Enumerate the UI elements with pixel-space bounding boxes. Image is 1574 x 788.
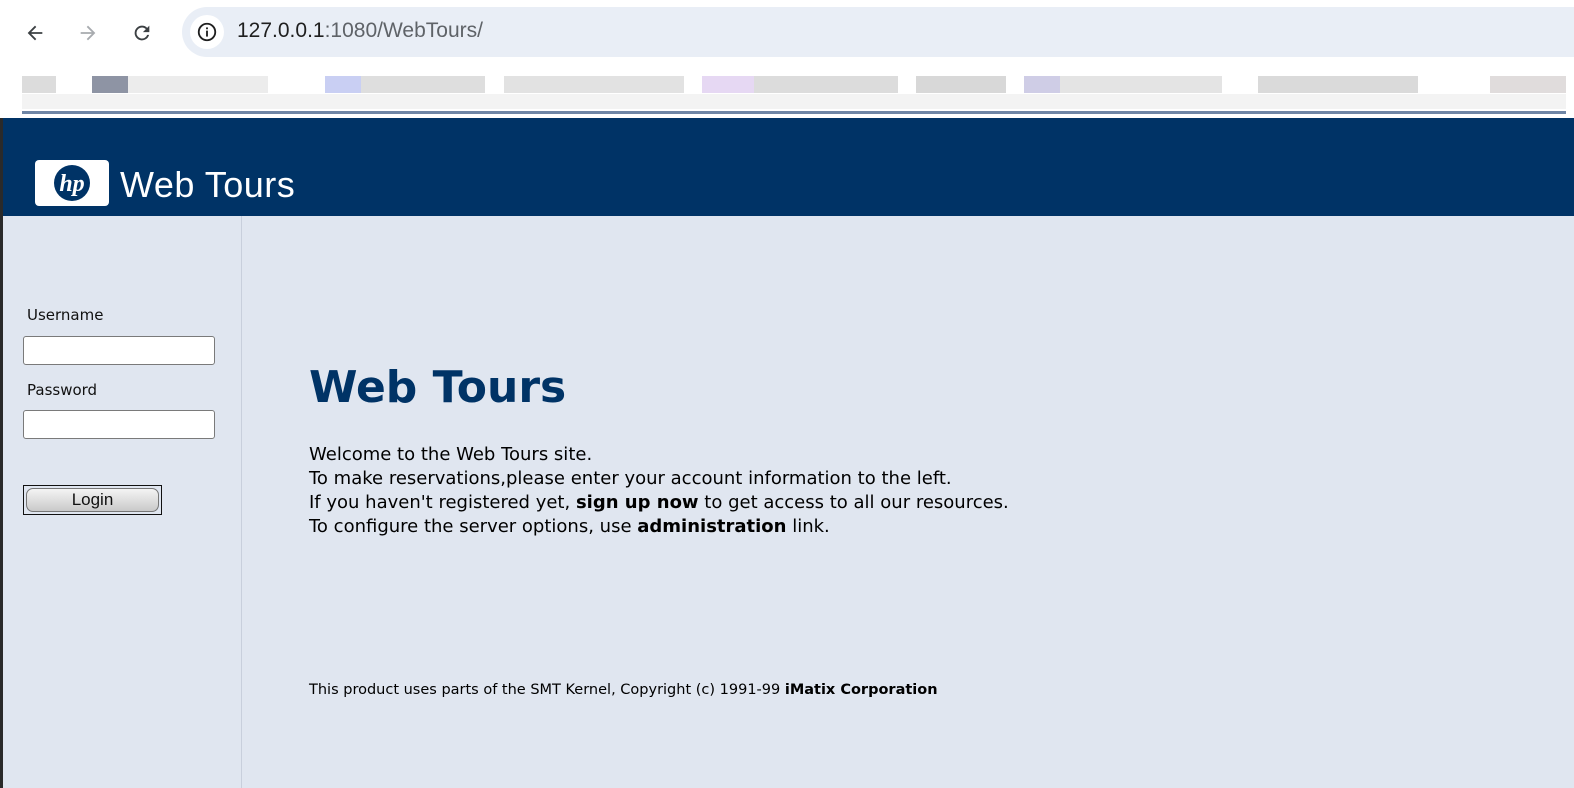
sign-up-link[interactable]: sign up now: [576, 492, 699, 513]
bookmark-item[interactable]: [1490, 76, 1566, 93]
bookmark-item[interactable]: [1060, 76, 1222, 93]
site-logo-text: Web Tours: [120, 164, 296, 205]
signup-line: If you haven't registered yet, sign up n…: [309, 492, 1009, 513]
username-label: Username: [27, 306, 104, 324]
admin-line: To configure the server options, use adm…: [309, 516, 830, 537]
bookmark-item[interactable]: [1024, 76, 1060, 93]
forward-arrow-icon: [80, 25, 96, 41]
main-content: Web Tours Welcome to the Web Tours site.…: [242, 216, 1574, 788]
bookmark-item[interactable]: [754, 76, 898, 93]
admin-text-post: link.: [786, 516, 830, 537]
copyright-footer: This product uses parts of the SMT Kerne…: [309, 682, 938, 698]
reload-button[interactable]: [124, 15, 160, 51]
instructions-line: To make reservations,please enter your a…: [309, 468, 952, 489]
browser-toolbar: 127.0.0.1:1080/WebTours/: [0, 0, 1574, 66]
address-bar[interactable]: 127.0.0.1:1080/WebTours/: [182, 7, 1574, 57]
bookmark-item[interactable]: [702, 76, 754, 93]
url-host: 127.0.0.1: [237, 19, 325, 42]
password-label: Password: [27, 381, 98, 399]
login-button-frame: Login: [23, 485, 162, 515]
bookmark-row-blur: [22, 94, 1566, 109]
signup-text-post: to get access to all our resources.: [698, 492, 1009, 513]
footer-text: This product uses parts of the SMT Kerne…: [309, 682, 785, 698]
page-title: Web Tours: [309, 362, 567, 413]
login-sidebar: Username Password Login: [3, 216, 242, 788]
username-field[interactable]: [23, 336, 215, 365]
forward-button[interactable]: [70, 15, 106, 51]
imatix-link[interactable]: iMatix Corporation: [785, 682, 938, 698]
welcome-line: Welcome to the Web Tours site.: [309, 444, 593, 465]
bookmark-item[interactable]: [504, 76, 684, 93]
reload-icon: [134, 25, 150, 41]
site-info-button[interactable]: [190, 15, 224, 49]
bookmarks-divider: [22, 111, 1566, 114]
url-path: :1080/WebTours/: [324, 19, 483, 42]
site-header: hp Web Tours: [3, 118, 1574, 216]
url-text[interactable]: 127.0.0.1:1080/WebTours/: [237, 19, 483, 43]
bookmark-item[interactable]: [128, 76, 268, 93]
svg-text:hp: hp: [59, 171, 84, 197]
bookmark-item[interactable]: [22, 76, 56, 93]
password-field[interactable]: [23, 410, 215, 439]
bookmark-item[interactable]: [1258, 76, 1418, 93]
hp-logo: hp: [35, 160, 109, 206]
info-icon: [197, 22, 217, 42]
signup-text-pre: If you haven't registered yet,: [309, 492, 576, 513]
administration-link[interactable]: administration: [637, 516, 786, 537]
bookmarks-bar: [0, 66, 1574, 116]
back-arrow-icon: [27, 25, 43, 41]
bookmark-item[interactable]: [92, 76, 128, 93]
admin-text-pre: To configure the server options, use: [309, 516, 638, 537]
login-button[interactable]: Login: [26, 488, 159, 512]
bookmark-item[interactable]: [916, 76, 1006, 93]
back-button[interactable]: [17, 15, 53, 51]
bookmark-item[interactable]: [325, 76, 361, 93]
bookmark-item[interactable]: [361, 76, 485, 93]
hp-logo-icon: hp: [54, 165, 90, 201]
